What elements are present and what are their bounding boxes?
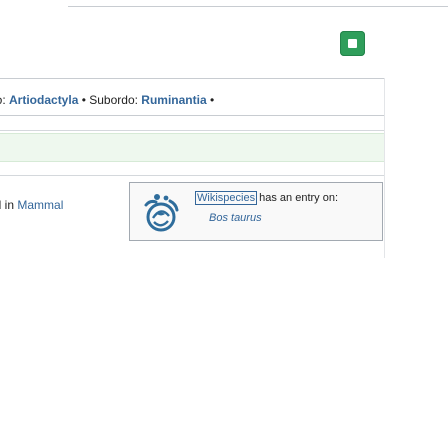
wikispecies-link[interactable]: Wikispecies [194, 191, 258, 205]
wikispecies-entry-link[interactable]: Bos taurus [209, 212, 262, 225]
suborder-link[interactable]: Ruminantia [141, 93, 206, 107]
mammal-note: ed in Mammal [0, 198, 63, 212]
top-strip [0, 0, 448, 10]
order-link[interactable]: Artiodactyla [9, 93, 78, 107]
green-action-button[interactable] [340, 31, 365, 56]
section-divider [0, 130, 384, 131]
mammal-link[interactable]: Mammal [17, 198, 63, 212]
taxonomy-separator: • [78, 93, 90, 107]
wikispecies-suffix: has an entry on: [256, 192, 339, 204]
taxonomy-separator-end: • [206, 93, 215, 107]
section-divider [0, 175, 384, 176]
top-divider [68, 6, 448, 7]
header-divider [0, 78, 384, 79]
taxonomy-line: rdo: Artiodactyla • Subordo: Ruminantia … [0, 93, 384, 115]
wikispecies-line: Wikispecies has an entry on: [194, 191, 339, 205]
square-icon [348, 39, 357, 48]
taxonomy-prefix: rdo: [0, 93, 6, 107]
right-border [384, 78, 385, 258]
wikispecies-box: Wikispecies has an entry on: Bos taurus [129, 182, 383, 241]
taxonomy-divider [0, 115, 384, 116]
suborder-label: Subordo: [89, 93, 142, 107]
green-stripe [0, 133, 384, 162]
mammal-note-prefix: ed in [0, 198, 15, 212]
wikispecies-logo-icon [144, 194, 179, 232]
